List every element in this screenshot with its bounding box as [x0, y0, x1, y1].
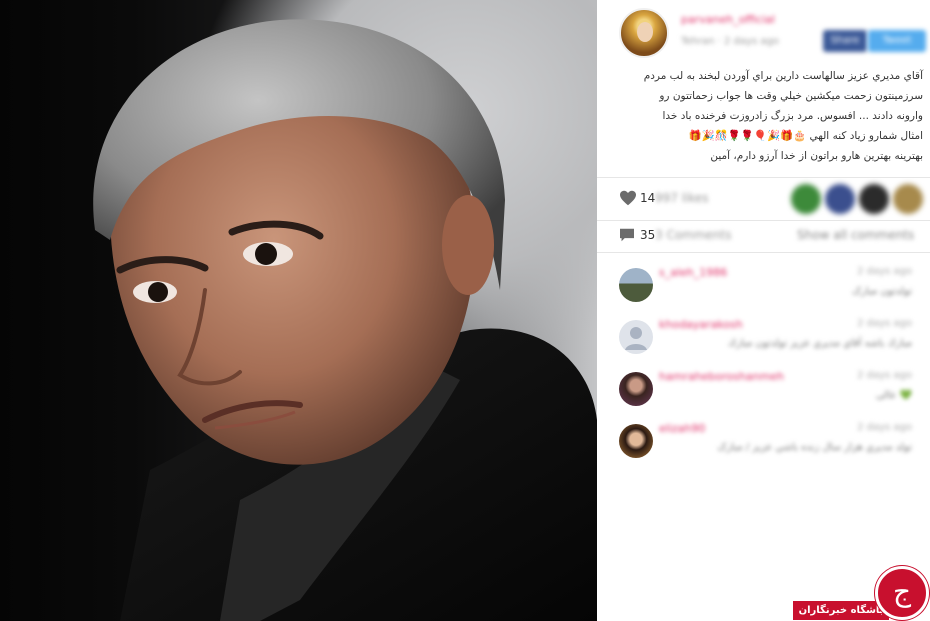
post-detail-panel: parvaneh_official Tehran · 2 days ago Sh… — [597, 0, 930, 621]
caption-line: سرزمينتون زحمت ميكشين خيلي وقت ها جواب ز… — [659, 90, 923, 102]
divider — [597, 252, 930, 253]
liker-avatar[interactable] — [825, 184, 855, 214]
post-header: parvaneh_official Tehran · 2 days ago Sh… — [597, 0, 930, 64]
comments-count: 35 — [640, 228, 656, 242]
divider — [597, 220, 930, 221]
likes-row: 14 997 likes — [597, 178, 930, 220]
commenter-avatar[interactable] — [619, 268, 653, 302]
liker-avatar[interactable] — [791, 184, 821, 214]
caption-line: امثال شمارو زياد كنه الهي 🎂🎁🎉🎈🌹🌹🎊🎉🎁 — [688, 130, 923, 142]
comment-username[interactable]: s_aleh_1986 — [659, 266, 727, 279]
comment-username[interactable]: khodayarakosh — [659, 318, 743, 331]
post-photo[interactable] — [0, 0, 597, 621]
share-facebook-button[interactable]: Share — [823, 30, 867, 52]
commenter-avatar[interactable] — [619, 320, 653, 354]
comment-text: تولد مديري هزار سال زنده باشي عزيز / مبا… — [717, 442, 913, 453]
liker-avatar[interactable] — [859, 184, 889, 214]
comment-text: 💚 عالی — [875, 390, 912, 401]
watermark-label: باشگاه خبرنگاران — [793, 601, 889, 620]
caption-line: وارونه دادند ... افسوس. مرد بزرگ زادروزت… — [662, 110, 923, 122]
share-twitter-button[interactable]: Tweet — [868, 30, 926, 52]
commenter-avatar[interactable] — [619, 424, 653, 458]
comment-text: تولدتون مبارک — [852, 286, 912, 297]
comment-username[interactable]: elizah90 — [659, 422, 705, 435]
commenter-avatar[interactable] — [619, 372, 653, 406]
comment-time: 2 days ago — [857, 422, 912, 433]
show-all-comments-link[interactable]: Show all comments — [797, 228, 914, 242]
comment-time: 2 days ago — [857, 318, 912, 329]
author-avatar[interactable] — [619, 8, 669, 58]
yjc-watermark: باشگاه خبرنگاران ج — [793, 566, 930, 621]
caption-line: بهترينه بهترين هارو براتون از خدا آرزو د… — [710, 150, 923, 162]
post-caption: آقاي مديري عزيز سالهاست دارين براي آوردن… — [623, 66, 923, 166]
comments-label: 3 Comments — [655, 228, 732, 242]
heart-icon[interactable] — [619, 190, 637, 206]
comment-text: مبارك باشه آقاي مديري عزيز تولدتون مبارك — [727, 338, 912, 349]
comments-row: 35 3 Comments Show all comments — [597, 222, 930, 252]
comment-item: hamraheboroshanmeh 2 days ago 💚 عالی — [597, 366, 930, 418]
default-user-icon — [625, 327, 647, 350]
comment-icon[interactable] — [619, 228, 635, 242]
comment-username[interactable]: hamraheboroshanmeh — [659, 370, 784, 383]
likes-label: 997 likes — [655, 191, 709, 205]
comment-item: elizah90 2 days ago تولد مديري هزار سال … — [597, 418, 930, 470]
yjc-logo-icon: ج — [875, 566, 929, 620]
comment-item: khodayarakosh 2 days ago مبارك باشه آقاي… — [597, 314, 930, 366]
comment-time: 2 days ago — [857, 370, 912, 381]
author-username[interactable]: parvaneh_official — [681, 13, 775, 26]
caption-line: آقاي مديري عزيز سالهاست دارين براي آوردن… — [643, 70, 923, 82]
likes-count: 14 — [640, 191, 656, 205]
liker-avatar[interactable] — [893, 184, 923, 214]
post-meta: Tehran · 2 days ago — [681, 36, 779, 47]
portrait-illustration — [93, 19, 597, 621]
comment-item: s_aleh_1986 2 days ago تولدتون مبارک — [597, 262, 930, 314]
comment-time: 2 days ago — [857, 266, 912, 277]
